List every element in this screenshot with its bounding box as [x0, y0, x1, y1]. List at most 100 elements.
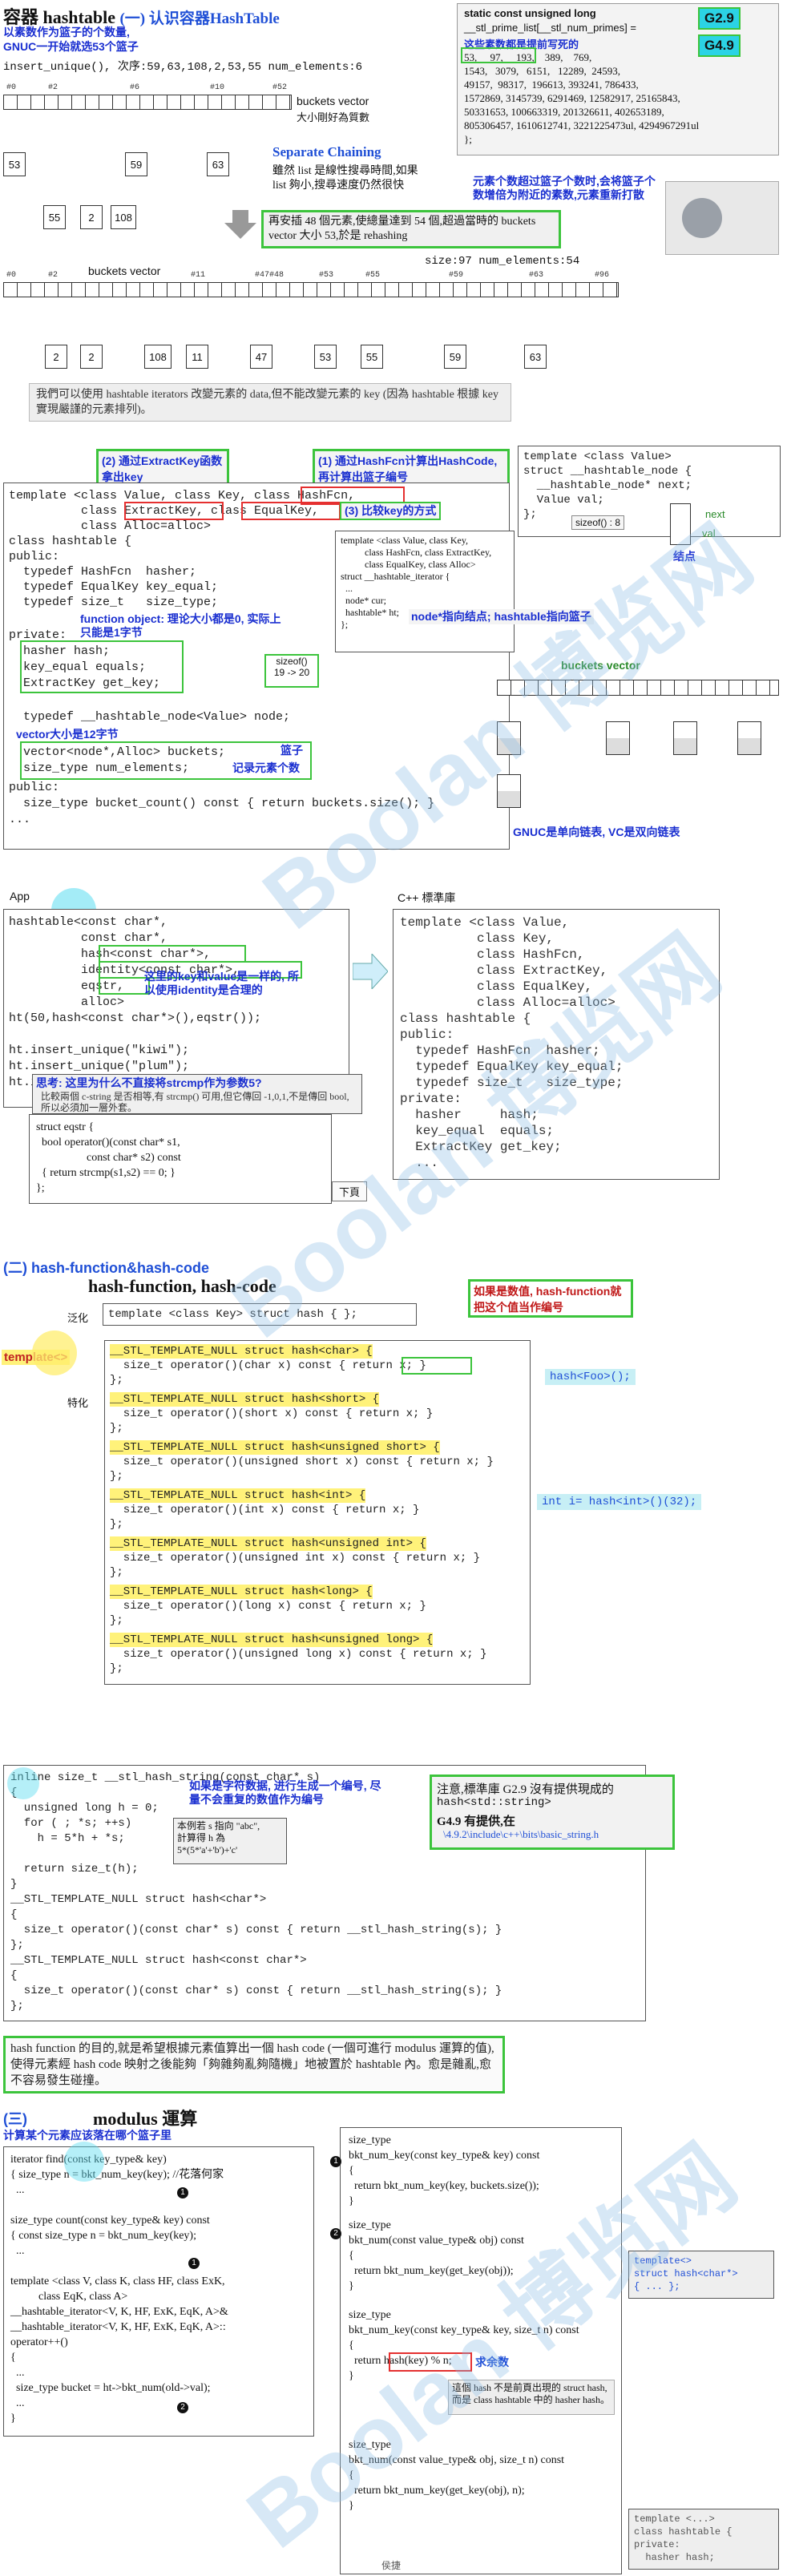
- code-line-4: public:: [9, 550, 60, 563]
- spec-ulong-l2: };: [110, 1662, 123, 1675]
- mid-node-2b: 2: [80, 345, 103, 369]
- version-g49: G4.9: [698, 34, 741, 57]
- hashtable-title-sub: (一) 认识容器HashTable: [119, 10, 280, 27]
- generic-hash-decl: template <class Key> struct hash { };: [103, 1303, 417, 1326]
- mid-vector-cells: [3, 282, 619, 297]
- modulus-right-code1: size_type bkt_num_key(const key_type& ke…: [349, 2134, 540, 2207]
- purpose-text: hash function 的目的,就是希望根據元素值算出一個 hash cod…: [10, 2042, 494, 2087]
- prime-values: 53, 97, 193, 389, 769, 1543, 3079, 6151,…: [464, 51, 700, 145]
- node-next-label: next: [705, 508, 725, 520]
- prime-note-2: GNUC一开始就选53个篮子: [3, 40, 139, 53]
- rehash-box: 再安插 48 個元素,使總量達到 54 個,超過當時的 buckets vect…: [261, 210, 561, 248]
- node-sizeof: sizeof() : 8: [571, 515, 625, 530]
- tick-52: #52: [272, 83, 288, 92]
- spec-long-l2: };: [110, 1614, 123, 1627]
- app-label: App: [10, 890, 30, 902]
- tick-6: #6: [130, 83, 140, 92]
- mid-tick-59: #59: [449, 271, 464, 280]
- version-g29: G2.9: [698, 7, 741, 30]
- specialize-label: 特化: [67, 1397, 89, 1409]
- mid-tick-96: #96: [595, 271, 610, 280]
- purpose-box: hash function 的目的,就是希望根據元素值算出一個 hash cod…: [3, 2036, 505, 2094]
- generalize-label: 泛化: [67, 1312, 89, 1324]
- code-line-5: typedef HashFcn hasher;: [9, 565, 197, 579]
- right-node-5: [737, 721, 761, 755]
- string-hash-note: 如果是字符数据, 进行生成一个编号, 尽量不会重复的数值作为编号: [189, 1779, 381, 1806]
- footer-author: 侯捷: [381, 2560, 402, 2571]
- right-node-4: [497, 774, 521, 808]
- hash-note: 這個 hash 不是前頁出現的 struct hash,而是 class has…: [452, 2382, 610, 2405]
- tick-0: #0: [6, 83, 17, 92]
- ann-hashfcn: (1) 通过HashFcn计算出HashCode, 再计算出篮子编号: [318, 454, 498, 483]
- generic-hash-code: template <class Key> struct hash { };: [108, 1308, 357, 1321]
- prime-line1: __stl_prime_list[__stl_num_primes] =: [464, 22, 636, 34]
- section6-num: (三): [3, 2111, 27, 2127]
- right-bucket-vector: [497, 680, 779, 696]
- spec-long-l0: __STL_TEMPLATE_NULL struct hash<long> {: [110, 1585, 373, 1599]
- spec-ulong-l1: size_t operator()(unsigned long x) const…: [110, 1648, 487, 1661]
- right-arrow-icon: [352, 952, 389, 993]
- std-note-title: 注意,標準庫 G2.9 沒有提供現成的: [437, 1783, 614, 1796]
- hash-foo-example: hash<Foo>();: [545, 1369, 636, 1385]
- section6-subtitle: 计算某个元素应该落在哪个篮子里: [3, 2129, 172, 2142]
- think-panel: 思考: 这里为什么不直接将strcmp作为参数5? 比較兩個 c-string …: [32, 1074, 362, 1114]
- string-hash-highlight: [7, 1767, 39, 1799]
- side-box-hashtable: template <...> class hashtable { private…: [628, 2509, 779, 2570]
- code-line-3: class hashtable {: [9, 535, 132, 548]
- app-code: hashtable<const char*, const char*, hash…: [9, 915, 262, 1089]
- std-note-box: 注意,標準庫 G2.9 沒有提供現成的 hash<std::string> G4…: [430, 1775, 675, 1850]
- tick-10: #10: [210, 83, 225, 92]
- mid-tick-53: #53: [319, 271, 334, 280]
- right-node-2: [606, 721, 630, 755]
- ann-hashfcn-box: (1) 通过HashFcn计算出HashCode, 再计算出篮子编号: [313, 449, 510, 486]
- node-val-label: val: [702, 527, 716, 539]
- elements-note: 记录元素个数: [232, 761, 300, 774]
- rehash-text: 再安插 48 個元素,使總量達到 54 個,超過當時的 buckets vect…: [268, 216, 536, 242]
- section4-subtitle: hash-function, hash-code: [88, 1276, 276, 1296]
- spec-uint-l0: __STL_TEMPLATE_NULL struct hash<unsigned…: [110, 1536, 426, 1551]
- prime-note-1: 以素数作为篮子的个数量,: [3, 26, 130, 38]
- lens-circle: [682, 198, 722, 238]
- mid-tick-0: #0: [6, 271, 17, 280]
- return-x-box: [402, 1357, 472, 1375]
- node-2: 2: [80, 205, 103, 229]
- modulus-right-code2: size_type bkt_num(const value_type& obj)…: [349, 2219, 524, 2292]
- spec-ushort-l2: };: [110, 1470, 123, 1483]
- side-box-hash-char-code: template<> struct hash<char*> { ... };: [634, 2255, 738, 2292]
- mod-note: 求余数: [475, 2356, 509, 2368]
- iterator-struct-panel: template <class Value, class Key, class …: [335, 531, 515, 652]
- bucket-note: 篮子: [280, 744, 303, 757]
- section4-title: (二) hash-function&hash-code: [3, 1260, 209, 1276]
- spec-int-l0: __STL_TEMPLATE_NULL struct hash<int> {: [110, 1488, 366, 1503]
- down-arrow-icon: [224, 210, 256, 239]
- separate-chaining-title: Separate Chaining: [272, 144, 381, 159]
- spec-char-l1: size_t operator()(char x) const { return…: [110, 1359, 426, 1372]
- top-buckets-label-sub: 大小剛好為質數: [297, 111, 370, 123]
- mid-tick-55: #55: [365, 271, 381, 280]
- node-diagram: [670, 503, 691, 545]
- prime-list-panel: static const unsigned long __stl_prime_l…: [457, 3, 779, 155]
- insert-order-line: insert_unique(), 次序:59,63,108,2,53,55 nu…: [3, 61, 363, 74]
- marker-1a: 1: [177, 2187, 188, 2198]
- function-object-note: function object: 理论大小都是0, 实际上只能是1字节: [80, 612, 281, 639]
- separate-chaining-line2: list 夠小,搜尋速度仍然很快: [272, 180, 405, 192]
- mid-node-53: 53: [314, 345, 337, 369]
- numeric-note-box: 如果是数值, hash-function就把这个值当作编号: [468, 1279, 633, 1318]
- buckets-vector-label: buckets vector: [561, 659, 640, 672]
- node-label: 结点: [673, 550, 696, 563]
- mid-node-59: 59: [444, 345, 466, 369]
- modulus-right-code4: size_type bkt_num(const value_type& obj,…: [349, 2439, 565, 2512]
- mid-tick-63: #63: [529, 271, 544, 280]
- spec-ushort-l0: __STL_TEMPLATE_NULL struct hash<unsigned…: [110, 1440, 440, 1455]
- spec-uint-l1: size_t operator()(unsigned int x) const …: [110, 1552, 481, 1565]
- spec-ulong-l0: __STL_TEMPLATE_NULL struct hash<unsigned…: [110, 1633, 434, 1647]
- top-vector-cells: [3, 95, 292, 110]
- code-line-7: typedef size_t size_type;: [9, 596, 219, 609]
- next-page-button[interactable]: 下頁: [332, 1181, 368, 1201]
- std-code: template <class Value, class Key, class …: [400, 915, 624, 1170]
- mid-tick-2: #2: [48, 271, 59, 280]
- code-line-13: typedef __hashtable_node<Value> node;: [9, 710, 291, 724]
- code-line-17: public:: [9, 781, 60, 794]
- r-marker-2: 2: [330, 2228, 341, 2239]
- prime-title: static const unsigned long: [464, 7, 596, 19]
